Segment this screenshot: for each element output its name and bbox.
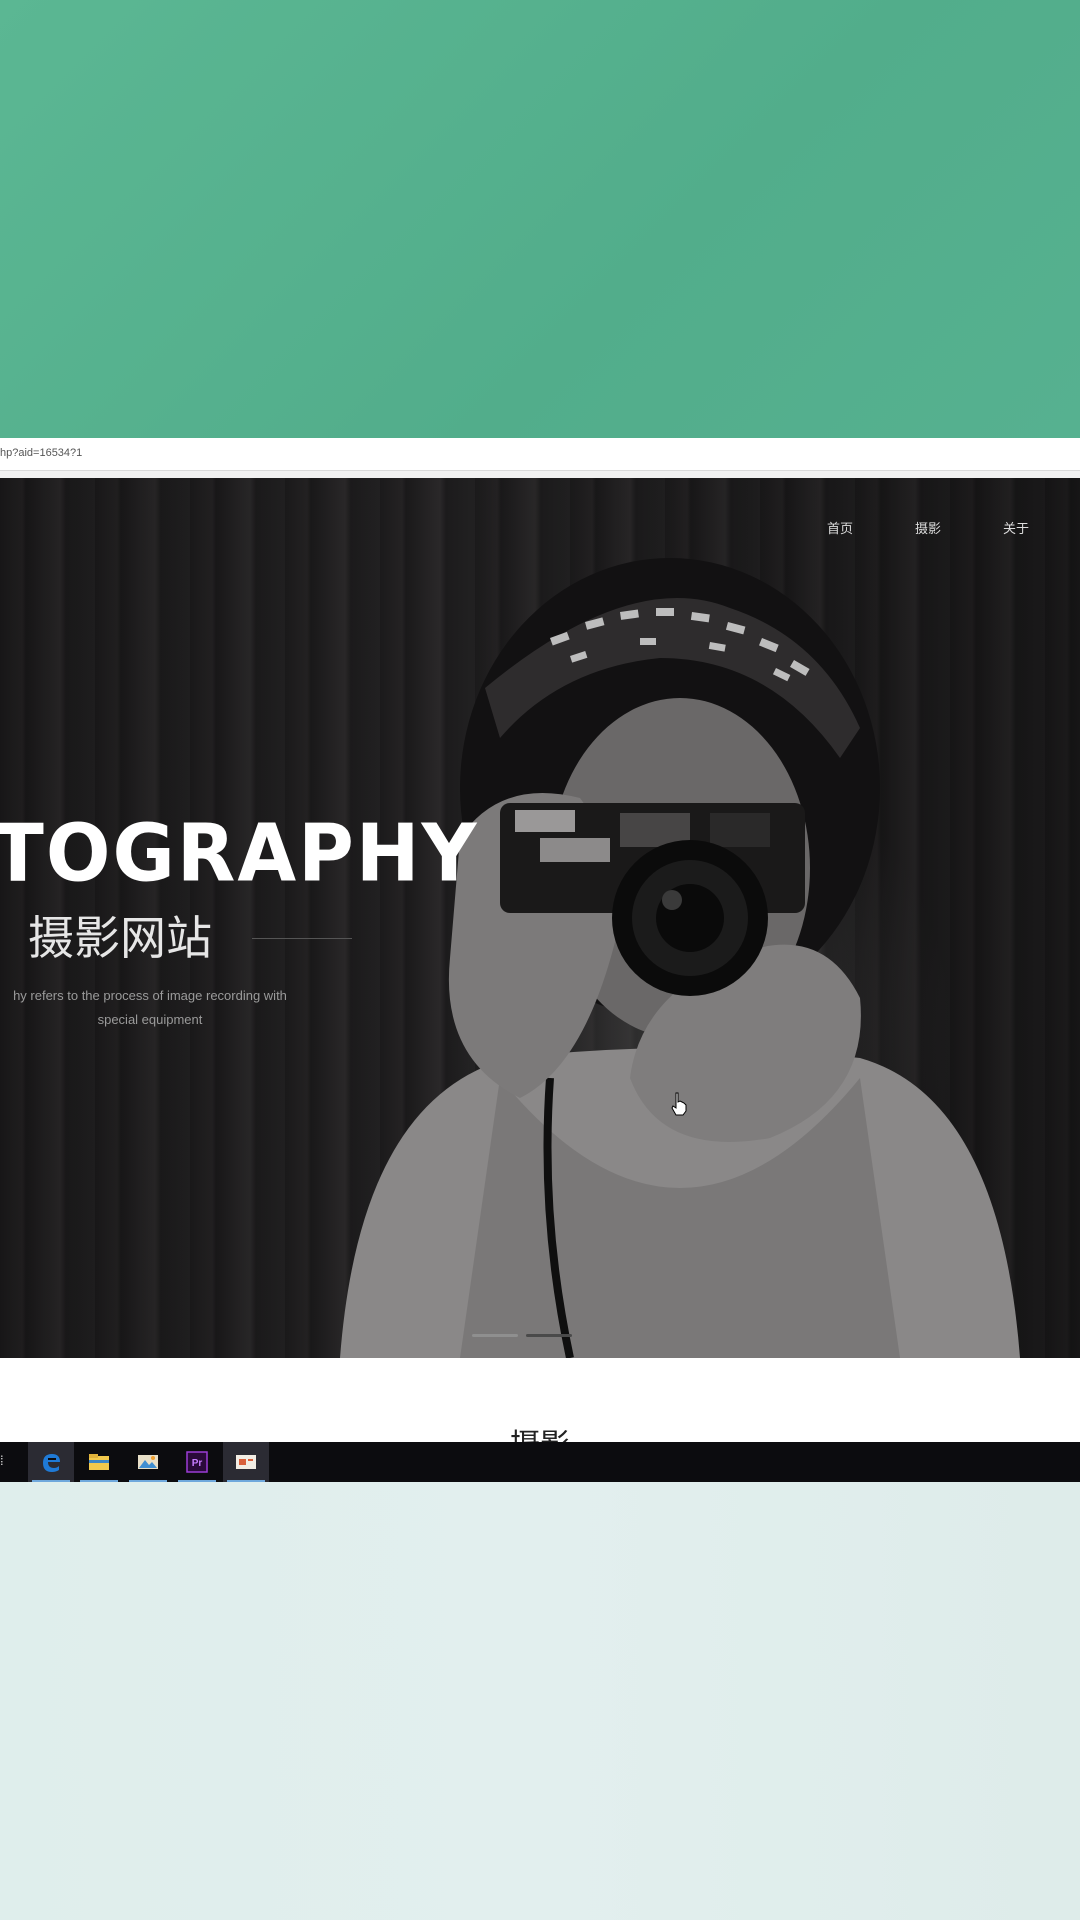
hero-description: hy refers to the process of image record… — [0, 984, 300, 1032]
hero-subtitle: 摄影网站 — [28, 911, 212, 965]
hero-description-line-2: special equipment — [97, 1012, 203, 1027]
screen-recording: hp?aid=16534?1 首页 摄影 关于 TOGRAPHY 摄影网站 hy… — [0, 438, 1080, 1482]
svg-text:Pr: Pr — [192, 1458, 203, 1469]
main-nav: 首页 摄影 关于 — [796, 518, 1060, 537]
carousel-dot-2[interactable] — [526, 1334, 572, 1337]
hand-cursor-icon — [671, 1092, 687, 1116]
hero-title: TOGRAPHY — [0, 805, 479, 900]
background-top-band — [0, 0, 1080, 438]
hero-divider — [252, 938, 352, 939]
taskbar-presentation[interactable] — [223, 1442, 269, 1482]
carousel-dot-1[interactable] — [472, 1334, 518, 1337]
browser-status-bar: hp?aid=16534?1 — [0, 438, 1080, 471]
edge-icon — [43, 1454, 60, 1472]
taskbar-photos[interactable] — [125, 1442, 171, 1482]
start-button[interactable]: ⁞ — [0, 1453, 4, 1468]
photos-icon — [138, 1455, 158, 1469]
background-bottom-band — [0, 1482, 1080, 1920]
status-url-text: hp?aid=16534?1 — [0, 447, 83, 459]
taskbar-edge[interactable] — [28, 1442, 74, 1482]
taskbar-file-explorer[interactable] — [76, 1442, 122, 1482]
hero-description-line-1: hy refers to the process of image record… — [13, 988, 287, 1003]
premiere-pro-icon: Pr — [186, 1451, 208, 1473]
hero-banner: 首页 摄影 关于 TOGRAPHY 摄影网站 hy refers to the … — [0, 478, 1080, 1358]
nav-home[interactable]: 首页 — [796, 518, 884, 537]
folder-icon — [89, 1454, 109, 1470]
taskbar-premiere[interactable]: Pr — [174, 1442, 220, 1482]
carousel-indicators — [472, 1334, 572, 1337]
photographer-image — [340, 558, 1020, 1358]
nav-photography[interactable]: 摄影 — [884, 518, 972, 537]
windows-taskbar: ⁞ Pr — [0, 1442, 1080, 1482]
nav-about[interactable]: 关于 — [972, 518, 1060, 537]
presentation-icon — [236, 1455, 256, 1469]
